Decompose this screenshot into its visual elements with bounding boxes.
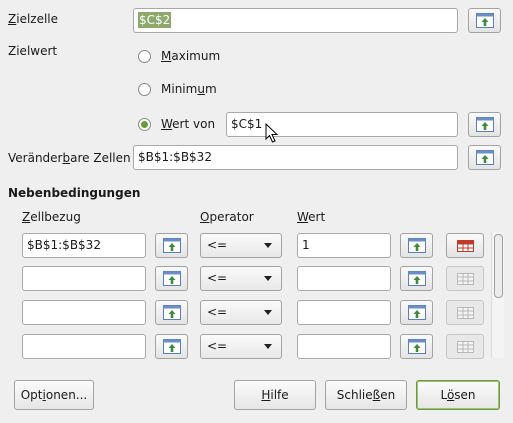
constraint-1-operator[interactable]: <= [200, 233, 282, 258]
delete-row-icon [457, 341, 474, 353]
constraint-1-value[interactable]: 1 [297, 233, 391, 258]
header-cell-ref: Zellbezug [22, 210, 81, 224]
changing-cells-shrink-button[interactable] [468, 145, 501, 170]
constraint-3-cell-ref[interactable] [22, 300, 146, 325]
shrink-icon [476, 117, 494, 132]
target-cell-shrink-button[interactable] [468, 8, 501, 33]
shrink-icon [163, 238, 181, 253]
target-cell-input[interactable]: $C$2 [133, 8, 458, 33]
chevron-down-icon [264, 276, 272, 281]
shrink-icon [163, 305, 181, 320]
shrink-icon [408, 238, 426, 253]
constraint-2-value[interactable] [297, 266, 391, 291]
constraint-3-value-shrink-button[interactable] [400, 300, 433, 325]
constraint-2-delete-button[interactable] [446, 266, 484, 291]
constraint-1-operator-value: <= [207, 238, 228, 252]
shrink-icon [163, 339, 181, 354]
constraint-2-cell-ref[interactable] [22, 266, 146, 291]
constraint-4-operator[interactable]: <= [200, 334, 282, 359]
constraint-2-operator-value: <= [207, 271, 228, 285]
header-operator: Operator [200, 210, 254, 224]
radio-maximum-label[interactable]: Maximum [161, 48, 220, 64]
constraint-4-cell-ref[interactable] [22, 334, 146, 359]
constraint-4-operator-value: <= [207, 339, 228, 353]
constraint-2-operator[interactable]: <= [200, 266, 282, 291]
help-button[interactable]: Hilfe [234, 380, 316, 410]
shrink-icon [476, 150, 494, 165]
constraint-2-cell-ref-shrink-button[interactable] [155, 266, 188, 291]
constraint-4-value[interactable] [297, 334, 391, 359]
shrink-icon [408, 305, 426, 320]
delete-row-icon [457, 273, 474, 285]
chevron-down-icon [264, 344, 272, 349]
constraint-3-operator-value: <= [207, 305, 228, 319]
radio-value-of[interactable] [138, 118, 151, 131]
constraint-4-cell-ref-shrink-button[interactable] [155, 334, 188, 359]
constraint-4-delete-button[interactable] [446, 334, 484, 359]
options-button[interactable]: Optionen... [14, 380, 94, 410]
changing-cells-label: Veränderbare Zellen [8, 151, 131, 165]
target-cell-value: $C$2 [138, 12, 172, 28]
shrink-icon [408, 271, 426, 286]
constraint-3-cell-ref-shrink-button[interactable] [155, 300, 188, 325]
radio-maximum[interactable] [138, 50, 151, 63]
shrink-icon [408, 339, 426, 354]
constraint-1-cell-ref-shrink-button[interactable] [155, 233, 188, 258]
constraints-title: Nebenbedingungen [8, 186, 141, 200]
constraint-1-cell-ref[interactable]: $B$1:$B$32 [22, 233, 146, 258]
constraint-1-delete-button[interactable] [446, 233, 484, 258]
header-value: Wert [297, 210, 326, 224]
changing-cells-input[interactable]: $B$1:$B$32 [133, 145, 458, 170]
chevron-down-icon [264, 310, 272, 315]
radio-value-of-label[interactable]: Wert von [161, 116, 215, 132]
value-of-shrink-button[interactable] [468, 112, 501, 137]
target-cell-label: Zielzelle [8, 12, 59, 26]
delete-row-icon [457, 307, 474, 319]
constraint-3-value[interactable] [297, 300, 391, 325]
constraint-2-value-shrink-button[interactable] [400, 266, 433, 291]
radio-minimum-label[interactable]: Minimum [161, 81, 217, 97]
chevron-down-icon [264, 243, 272, 248]
delete-row-icon [457, 240, 474, 252]
constraint-3-operator[interactable]: <= [200, 300, 282, 325]
value-of-input[interactable]: $C$1 [226, 112, 458, 137]
close-button[interactable]: Schließen [325, 380, 407, 410]
constraints-scrollbar[interactable] [491, 232, 504, 358]
constraint-3-delete-button[interactable] [446, 300, 484, 325]
radio-minimum[interactable] [138, 83, 151, 96]
constraint-1-value-shrink-button[interactable] [400, 233, 433, 258]
solve-button[interactable]: Lösen [416, 380, 500, 410]
scrollbar-thumb[interactable] [494, 234, 503, 298]
target-value-label: Zielwert [8, 44, 58, 58]
shrink-icon [163, 271, 181, 286]
mouse-cursor-icon [265, 123, 279, 143]
shrink-icon [476, 13, 494, 28]
constraint-4-value-shrink-button[interactable] [400, 334, 433, 359]
